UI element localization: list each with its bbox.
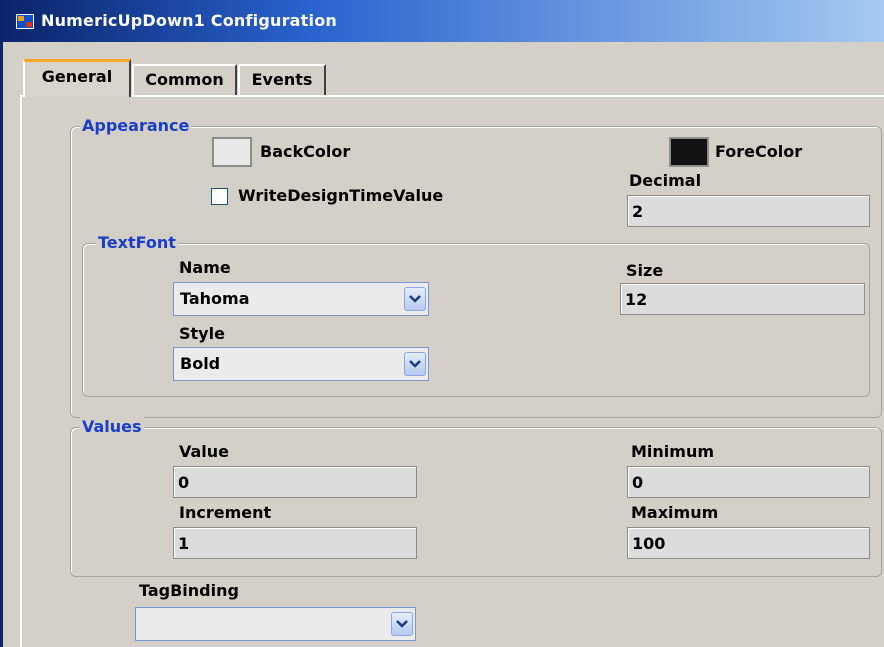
maximum-input[interactable]: 100 [627, 527, 870, 559]
font-style-value: Bold [180, 354, 221, 373]
increment-input[interactable]: 1 [173, 527, 417, 559]
tab-events[interactable]: Events [238, 64, 326, 95]
tab-general[interactable]: General [23, 59, 131, 97]
value-input[interactable]: 0 [173, 466, 417, 498]
window-title: NumericUpDown1 Configuration [41, 11, 337, 30]
font-size-label: Size [626, 261, 664, 280]
tab-panel-general: Appearance BackColor ForeColor WriteDesi… [20, 95, 884, 647]
fore-color-label: ForeColor [715, 142, 803, 161]
write-design-time-checkbox[interactable] [211, 188, 228, 205]
decimal-label: Decimal [629, 171, 702, 190]
text-font-legend: TextFont [96, 233, 178, 253]
value-label: Value [179, 442, 230, 461]
font-name-select[interactable]: Tahoma [173, 282, 429, 316]
minimum-input[interactable]: 0 [627, 466, 870, 498]
appearance-legend: Appearance [80, 116, 192, 136]
chevron-down-icon[interactable] [404, 352, 426, 376]
font-size-input[interactable]: 12 [620, 283, 865, 315]
tag-binding-label: TagBinding [139, 581, 239, 600]
font-name-value: Tahoma [180, 289, 250, 308]
chevron-down-icon[interactable] [391, 612, 413, 636]
decimal-input[interactable]: 2 [627, 195, 870, 227]
app-icon [16, 14, 34, 29]
configuration-window: NumericUpDown1 Configuration General Com… [0, 0, 884, 647]
font-style-select[interactable]: Bold [173, 347, 429, 381]
back-color-swatch[interactable] [212, 137, 252, 167]
tab-common[interactable]: Common [132, 64, 237, 95]
values-legend: Values [80, 417, 144, 437]
font-name-label: Name [179, 258, 231, 277]
chevron-down-icon[interactable] [404, 287, 426, 311]
back-color-label: BackColor [260, 142, 351, 161]
fore-color-swatch[interactable] [669, 137, 709, 167]
minimum-label: Minimum [631, 442, 715, 461]
maximum-label: Maximum [631, 503, 719, 522]
title-bar[interactable]: NumericUpDown1 Configuration [3, 0, 884, 42]
tag-binding-select[interactable] [135, 607, 416, 641]
font-style-label: Style [179, 324, 225, 343]
increment-label: Increment [179, 503, 272, 522]
write-design-time-label: WriteDesignTimeValue [238, 186, 444, 205]
